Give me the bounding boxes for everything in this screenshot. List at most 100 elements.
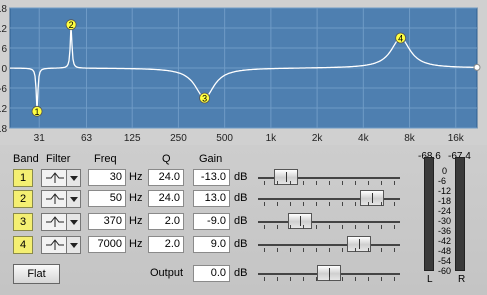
slider-tick — [329, 202, 330, 206]
header-band: Band — [13, 153, 39, 165]
slider-tick — [355, 248, 356, 252]
header-q: Q — [162, 153, 171, 165]
band-4-filter-select[interactable] — [41, 236, 81, 254]
slider-tick — [355, 181, 356, 185]
meter-scale-label: 0 — [442, 166, 448, 176]
band-4-gain-field[interactable]: 9.0 — [193, 236, 230, 253]
band-2-q-field[interactable]: 24.0 — [148, 190, 184, 207]
band-2-filter-select[interactable] — [41, 190, 81, 208]
slider-tick — [355, 202, 356, 206]
slider-tick — [342, 181, 343, 185]
slider-tick — [329, 225, 330, 229]
x-tick-label: 63 — [81, 133, 93, 144]
slider-tick — [329, 248, 330, 252]
slider-tick — [277, 202, 278, 206]
band-4-freq-field[interactable]: 7000 — [88, 236, 126, 253]
band-2-button[interactable]: 2 — [13, 190, 33, 208]
slider-thumb[interactable] — [287, 213, 312, 229]
band-4-gain-unit: dB — [234, 238, 248, 250]
chevron-down-icon[interactable] — [66, 170, 80, 186]
band-1-q-field[interactable]: 24.0 — [148, 169, 184, 186]
band-4-gain-slider[interactable] — [258, 235, 400, 255]
band-2-gain-field[interactable]: 13.0 — [193, 190, 230, 207]
flat-button[interactable]: Flat — [13, 264, 60, 284]
slider-tick — [381, 277, 382, 281]
slider-tick — [290, 181, 291, 185]
band-3-gain-field[interactable]: -9.0 — [193, 213, 230, 230]
chevron-down-icon[interactable] — [66, 191, 80, 207]
slider-tick — [355, 277, 356, 281]
slider-tick — [368, 202, 369, 206]
slider-tick — [394, 277, 395, 281]
peaking-filter-icon — [46, 216, 64, 227]
meter-scale-label: -60 — [438, 266, 452, 276]
slider-tick — [277, 225, 278, 229]
band-3-filter-select[interactable] — [41, 213, 81, 231]
band-handle-label: 4 — [398, 34, 403, 44]
header-filter: Filter — [46, 153, 71, 165]
peaking-filter-icon — [46, 239, 64, 250]
slider-tick — [277, 248, 278, 252]
band-4-button[interactable]: 4 — [13, 236, 33, 254]
slider-tick — [264, 225, 265, 229]
slider-tick — [290, 225, 291, 229]
peaking-filter-icon — [46, 193, 64, 204]
header-gain: Gain — [199, 153, 223, 165]
band-3-gain-unit: dB — [234, 215, 248, 227]
slider-thumb[interactable] — [346, 236, 371, 252]
output-gain-slider[interactable] — [258, 264, 400, 284]
slider-tick — [290, 277, 291, 281]
band-1-freq-field[interactable]: 30 — [88, 169, 126, 186]
band-1-gain-field[interactable]: -13.0 — [193, 169, 230, 186]
band-2-freq-field[interactable]: 50 — [88, 190, 126, 207]
meter-scale-label: -36 — [438, 226, 452, 236]
curve-end-marker — [473, 63, 481, 71]
band-3-freq-field[interactable]: 370 — [88, 213, 126, 230]
y-tick-label: 6 — [1, 44, 7, 55]
x-tick-label: 250 — [170, 133, 187, 144]
chevron-down-icon[interactable] — [66, 214, 80, 230]
x-tick-label: 125 — [124, 133, 141, 144]
output-unit: dB — [234, 267, 248, 279]
meter-scale-label: -24 — [438, 206, 452, 216]
band-3-q-field[interactable]: 2.0 — [148, 213, 184, 230]
slider-tick — [355, 225, 356, 229]
slider-tick — [368, 225, 369, 229]
band-3-gain-slider[interactable] — [258, 212, 400, 232]
slider-tick — [342, 248, 343, 252]
x-tick-label: 1k — [266, 133, 278, 144]
meter-scale-label: -42 — [438, 236, 452, 246]
slider-tick — [316, 202, 317, 206]
y-tick-label: 18 — [0, 4, 7, 15]
band-3-freq-unit: Hz — [129, 215, 143, 227]
band-1-gain-slider[interactable] — [258, 168, 400, 188]
meter-scale-label: -18 — [438, 196, 452, 206]
slider-track — [258, 221, 400, 223]
slider-thumb[interactable] — [359, 190, 384, 206]
output-gain-field[interactable]: 0.0 — [193, 265, 230, 282]
y-tick-label: 0 — [1, 64, 7, 75]
band-1-button[interactable]: 1 — [13, 169, 33, 187]
eq-response-graph[interactable]: 181260-6-12-1831631252505001k2k4k8k16k12… — [0, 0, 487, 145]
chevron-down-icon[interactable] — [66, 237, 80, 253]
slider-tick — [329, 181, 330, 185]
left-channel-label: L — [427, 274, 433, 285]
slider-tick — [394, 248, 395, 252]
y-tick-label: -12 — [0, 104, 7, 115]
band-2-gain-slider[interactable] — [258, 189, 400, 209]
x-tick-label: 16k — [448, 133, 465, 144]
band-4-q-field[interactable]: 2.0 — [148, 236, 184, 253]
band-3-button[interactable]: 3 — [13, 213, 33, 231]
band-1-freq-unit: Hz — [129, 171, 143, 183]
x-tick-label: 4k — [358, 133, 370, 144]
band-1-gain-unit: dB — [234, 171, 248, 183]
slider-tick — [303, 248, 304, 252]
y-tick-label: -18 — [0, 124, 7, 135]
slider-tick — [394, 181, 395, 185]
slider-tick — [381, 248, 382, 252]
slider-tick — [316, 225, 317, 229]
band-1-filter-select[interactable] — [41, 169, 81, 187]
band-handle-label: 2 — [69, 20, 74, 30]
slider-tick — [316, 248, 317, 252]
meter-scale-label: -48 — [438, 246, 452, 256]
